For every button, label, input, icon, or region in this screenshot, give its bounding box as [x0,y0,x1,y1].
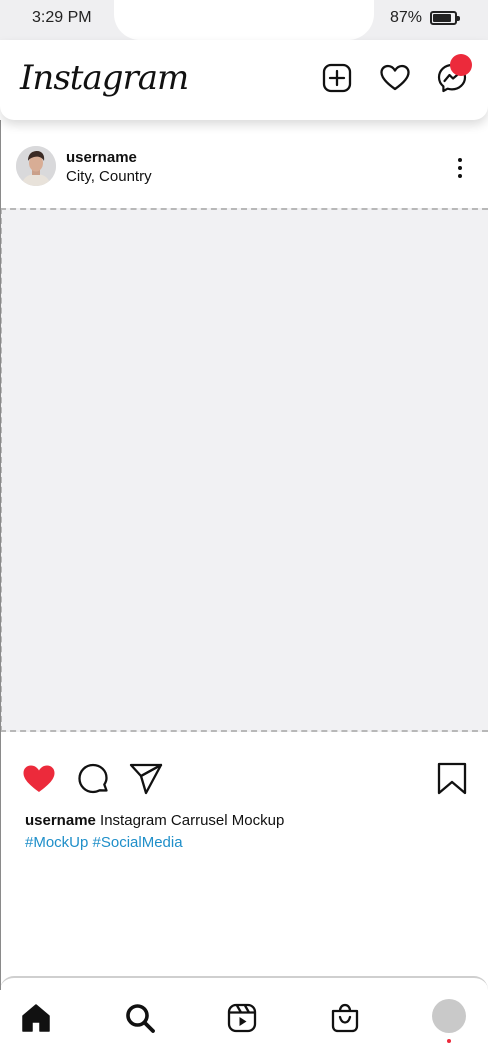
caption-text: Instagram Carrusel Mockup [100,812,285,829]
heart-icon [380,64,410,91]
comment-button[interactable] [76,762,110,796]
messenger-button[interactable] [436,54,472,94]
heart-filled-icon [23,765,55,792]
status-bar: 3:29 PM 87% [0,0,488,40]
nav-profile-avatar[interactable] [432,999,466,1033]
more-icon-dot [458,166,462,170]
comment-icon [78,763,108,794]
share-button[interactable] [129,762,163,796]
status-time: 3:29 PM [32,9,92,26]
save-button[interactable] [435,762,469,796]
battery-icon [430,11,460,25]
new-post-icon [322,63,352,93]
more-icon-dot [458,174,462,178]
notch [114,0,374,40]
more-icon-dot [458,158,462,162]
avatar[interactable] [16,146,56,186]
instagram-logo[interactable]: Instagram [20,58,189,98]
post-image-placeholder[interactable] [0,208,488,732]
caption-username[interactable]: username [25,812,96,829]
nav-shop[interactable] [329,1002,361,1034]
activity-button[interactable] [379,62,411,94]
new-post-button[interactable] [321,62,353,94]
post-username[interactable]: username [66,149,137,166]
bottom-nav [0,976,488,1050]
nav-home[interactable] [20,1002,52,1034]
post-caption: username Instagram Carrusel Mockup [25,812,284,829]
share-icon [129,763,163,795]
post-location[interactable]: City, Country [66,168,152,185]
avatar-photo [16,146,56,186]
shop-icon [331,1003,359,1033]
battery-percent: 87% [389,9,422,26]
notification-badge [450,54,472,76]
nav-search[interactable] [124,1002,156,1034]
profile-activity-dot [447,1039,451,1043]
frame-edge [0,120,1,990]
reels-icon [227,1003,257,1033]
bookmark-icon [437,762,467,795]
post-hashtags[interactable]: #MockUp #SocialMedia [25,834,183,851]
nav-reels[interactable] [226,1002,258,1034]
more-options-button[interactable] [450,156,470,180]
home-icon [22,1004,50,1032]
search-icon [126,1004,155,1033]
app-header: Instagram [0,40,488,120]
like-button[interactable] [22,762,56,796]
